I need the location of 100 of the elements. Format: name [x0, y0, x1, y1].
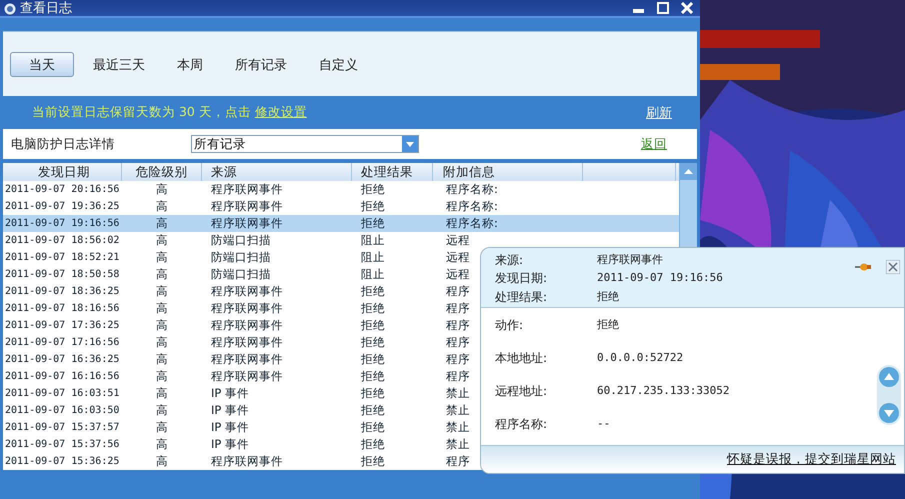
table-cell-text: 2011-09-07 18:36:25 — [4, 285, 120, 299]
table-cell-text: 拒绝 — [360, 419, 386, 436]
table-cell-text: 程序联网事件 — [210, 283, 284, 300]
table-cell-text: 程序名称: — [445, 215, 498, 232]
table-cell-text: 高 — [155, 181, 169, 198]
table-cell-text: 拒绝 — [360, 317, 386, 334]
field-value: 拒绝 — [597, 288, 620, 305]
table-cell-text: 高 — [155, 283, 169, 300]
table-cell-text: 程序联网事件 — [210, 215, 284, 232]
table-cell-text: 程序联网事件 — [210, 198, 284, 215]
tab[interactable]: 当天 — [10, 52, 74, 76]
maximize-icon[interactable] — [656, 2, 670, 14]
column-header[interactable]: 来源 — [202, 163, 352, 181]
table-cell-text: 程序联网事件 — [210, 453, 284, 470]
log-row[interactable]: 2011-09-07 19:16:56 高 程序联网事件 拒绝 程序名称: — [3, 215, 679, 232]
table-cell-text: 禁止 — [445, 402, 471, 419]
table-cell-text: 2011-09-07 18:52:21 — [4, 251, 120, 265]
field-value: 60.217.235.133:33052 — [597, 383, 730, 399]
table-cell-text: 高 — [155, 385, 169, 402]
field-value: 程序联网事件 — [597, 252, 664, 268]
table-cell-text: 拒绝 — [360, 453, 386, 470]
table-cell-text: IP 事件 — [210, 419, 250, 436]
table-cell-text: 防端口扫描 — [210, 232, 272, 249]
table-cell-text: 程序联网事件 — [210, 317, 284, 334]
table-cell-text: IP 事件 — [210, 402, 250, 419]
close-button[interactable] — [886, 260, 900, 274]
table-cell-text: 高 — [155, 453, 169, 470]
table-cell-text: 程序联网事件 — [210, 351, 284, 368]
table-cell-text: 2011-09-07 16:03:51 — [4, 387, 120, 401]
column-header[interactable]: 发现日期 — [3, 163, 122, 181]
column-header[interactable]: 危险级别 — [122, 163, 202, 181]
scroll-buttons[interactable] — [877, 365, 901, 425]
log-row[interactable]: 2011-09-07 20:16:56 高 程序联网事件 拒绝 程序名称: — [3, 181, 679, 198]
table-cell-text: 程序 — [445, 300, 471, 317]
table-cell-text: 程序名称: — [445, 181, 498, 198]
field-value: -- — [597, 416, 612, 432]
table-cell-text: 拒绝 — [360, 351, 386, 368]
table-cell-text: 高 — [155, 232, 169, 249]
field-label: 处理结果: — [495, 288, 548, 306]
field-label: 来源: — [495, 252, 524, 269]
field-label: 动作: — [495, 317, 524, 334]
field-value: 0.0.0.0:52722 — [597, 350, 684, 366]
table-cell-text: 高 — [155, 351, 169, 368]
table-cell-text: 远程 — [445, 266, 471, 283]
table-cell-text: 高 — [155, 198, 169, 215]
table-cell-text: 2011-09-07 15:37:57 — [4, 421, 120, 435]
table-cell-text: 防端口扫描 — [210, 266, 272, 283]
field-value: 拒绝 — [597, 317, 620, 333]
close-icon[interactable] — [680, 2, 694, 14]
field-value: 2011-09-07 19:16:56 — [597, 270, 723, 286]
table-cell-text: 高 — [155, 436, 169, 453]
column-header[interactable]: 附加信息 — [433, 163, 583, 181]
table-cell-text: 高 — [155, 266, 169, 283]
table-cell-text: IP 事件 — [210, 436, 250, 453]
tab[interactable]: 自定义 — [306, 52, 371, 76]
table-cell-text: 程序 — [445, 283, 471, 300]
refresh-link[interactable]: 刷新 — [646, 104, 672, 122]
field-label: 程序名称: — [495, 416, 548, 433]
table-cell-text: 2011-09-07 15:36:25 — [4, 455, 120, 469]
table-cell-text: 程序 — [445, 334, 471, 351]
tab[interactable]: 最近三天 — [80, 52, 158, 76]
table-cell-text: 2011-09-07 19:16:56 — [4, 217, 120, 231]
table-cell-text: 阻止 — [360, 249, 386, 266]
table-cell-text: 高 — [155, 334, 169, 351]
log-row[interactable]: 2011-09-07 18:56:02 高 防端口扫描 阻止 远程 — [3, 232, 679, 249]
table-cell-text: 2011-09-07 19:36:25 — [4, 200, 120, 214]
table-cell-text: 程序联网事件 — [210, 181, 284, 198]
table-cell-text: 高 — [155, 300, 169, 317]
table-cell-text: 高 — [155, 419, 169, 436]
table-cell-text: 拒绝 — [360, 436, 386, 453]
table-cell-text: 2011-09-07 15:37:56 — [4, 438, 120, 452]
dropdown-arrow-icon — [402, 136, 418, 152]
record-dropdown[interactable]: 所有记录 — [191, 135, 419, 153]
table-cell-text: 拒绝 — [360, 334, 386, 351]
table-cell-text: 程序名称: — [445, 198, 498, 215]
table-cell-text: 程序联网事件 — [210, 300, 284, 317]
table-cell-text: 远程 — [445, 232, 471, 249]
table-cell-text: 2011-09-07 18:56:02 — [4, 234, 120, 248]
table-cell-text: 防端口扫描 — [210, 249, 272, 266]
tab[interactable]: 本周 — [164, 52, 216, 76]
tab[interactable]: 所有记录 — [222, 52, 300, 76]
table-cell-text: 程序联网事件 — [210, 334, 284, 351]
table-cell-text: 拒绝 — [360, 368, 386, 385]
column-header[interactable]: 处理结果 — [352, 163, 433, 181]
shield-icon — [4, 2, 16, 14]
table-cell-text: 程序 — [445, 453, 471, 470]
table-cell-text: 高 — [155, 249, 169, 266]
table-cell-text: 2011-09-07 16:36:25 — [4, 353, 120, 367]
window-title: 查看日志 — [20, 1, 72, 16]
field-label: 远程地址: — [495, 383, 548, 400]
pin-icon[interactable] — [855, 262, 871, 272]
back-link[interactable]: 返回 — [641, 136, 667, 152]
table-cell-text: 禁止 — [445, 436, 471, 453]
filter-label: 电脑防护日志详情 — [11, 136, 116, 152]
log-row[interactable]: 2011-09-07 19:36:25 高 程序联网事件 拒绝 程序名称: — [3, 198, 679, 215]
table-cell-text: 程序 — [445, 351, 471, 368]
table-cell-text: 2011-09-07 17:16:56 — [4, 336, 120, 350]
table-cell-text: 阻止 — [360, 266, 386, 283]
table-cell-text: 阻止 — [360, 232, 386, 249]
table-cell-text: 程序 — [445, 317, 471, 334]
